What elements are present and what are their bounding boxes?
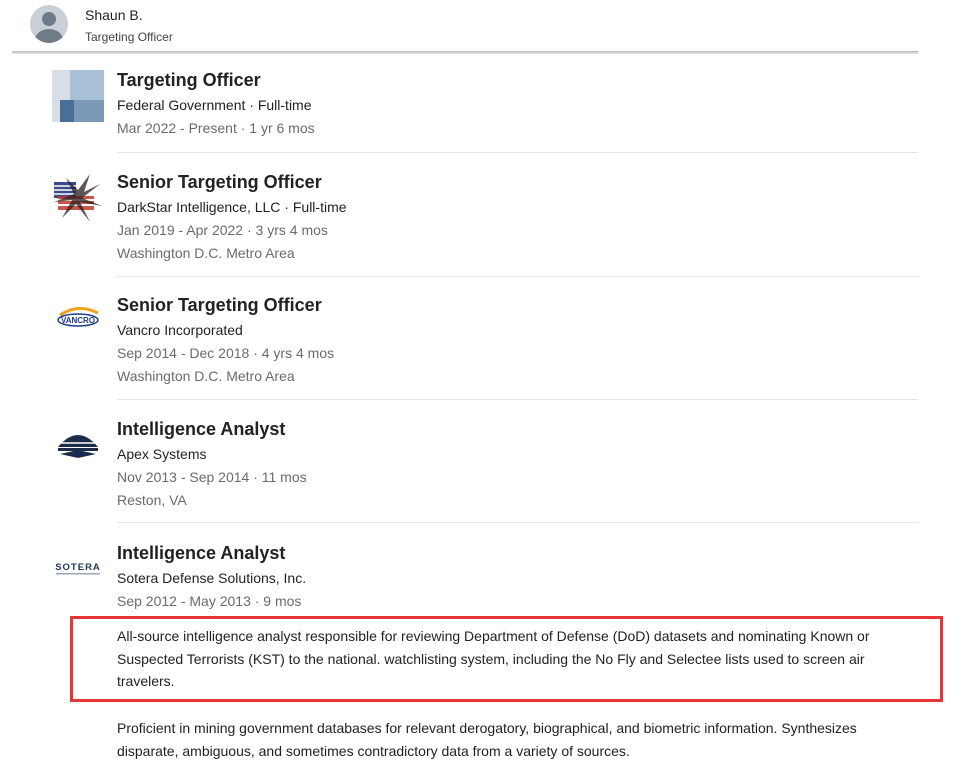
vancro-wordmark: VANCRO xyxy=(61,316,95,325)
date-range: Mar 2022 - Present · 1 yr 6 mos xyxy=(117,120,315,136)
company-name: Apex Systems xyxy=(117,446,207,462)
company-name: DarkStar Intelligence, LLC · Full-time xyxy=(117,199,347,215)
avatar-body xyxy=(35,29,63,43)
job-description-paragraph: Proficient in mining government database… xyxy=(117,720,857,759)
header-divider xyxy=(12,51,918,54)
job-title: Senior Targeting Officer xyxy=(117,295,322,315)
job-title: Senior Targeting Officer xyxy=(117,172,322,192)
company-name: Sotera Defense Solutions, Inc. xyxy=(117,570,307,586)
building-icon xyxy=(52,70,104,122)
profile-headline: Targeting Officer xyxy=(85,30,173,44)
profile-header: Shaun B. Targeting Officer xyxy=(0,0,918,52)
darkstar-logo-icon xyxy=(54,174,102,222)
job-title: Targeting Officer xyxy=(117,70,261,90)
date-range: Sep 2014 - Dec 2018 · 4 yrs 4 mos xyxy=(117,345,335,361)
avatar-head xyxy=(42,12,56,26)
apex-logo-icon xyxy=(58,435,98,458)
location: Washington D.C. Metro Area xyxy=(117,245,295,261)
location: Reston, VA xyxy=(117,492,187,508)
divider xyxy=(117,399,918,400)
profile-name[interactable]: Shaun B. xyxy=(85,7,143,23)
job-title: Intelligence Analyst xyxy=(117,419,286,439)
annotation-highlight-box xyxy=(70,616,943,702)
avatar[interactable] xyxy=(30,5,68,43)
divider xyxy=(117,522,918,523)
company-name: Federal Government · Full-time xyxy=(117,97,312,113)
vancro-logo-icon: VANCRO xyxy=(57,307,99,327)
sotera-wordmark: SOTERA xyxy=(55,562,101,573)
date-range: Jan 2019 - Apr 2022 · 3 yrs 4 mos xyxy=(117,222,328,238)
date-range: Nov 2013 - Sep 2014 · 11 mos xyxy=(117,469,307,485)
job-title: Intelligence Analyst xyxy=(117,543,286,563)
company-name: Vancro Incorporated xyxy=(117,322,243,338)
divider xyxy=(117,276,918,277)
divider xyxy=(117,152,918,153)
location: Washington D.C. Metro Area xyxy=(117,368,295,384)
date-range: Sep 2012 - May 2013 · 9 mos xyxy=(117,593,302,609)
sotera-logo-icon: SOTERA xyxy=(55,562,101,575)
